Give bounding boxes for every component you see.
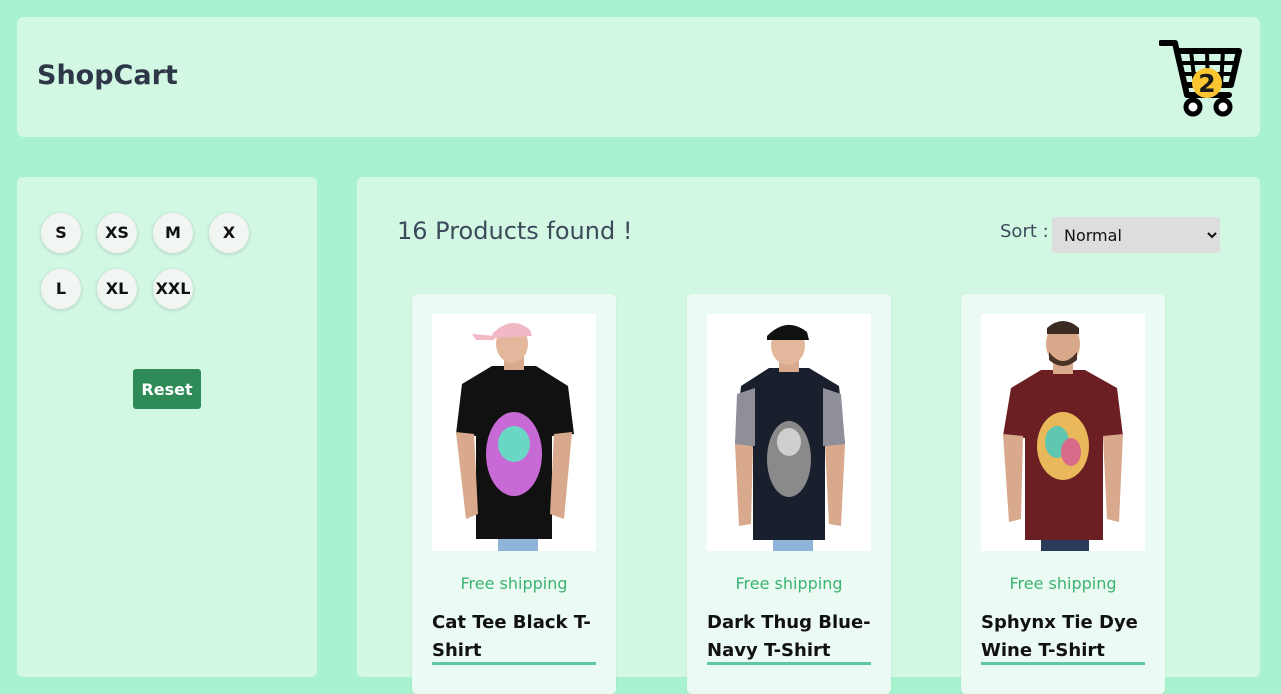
product-card[interactable]: Free shipping Cat Tee Black T-Shirt: [412, 294, 616, 694]
brand-title[interactable]: ShopCart: [37, 60, 178, 91]
product-image[interactable]: [981, 314, 1145, 551]
free-shipping-label: Free shipping: [460, 574, 568, 593]
size-filter-s[interactable]: S: [41, 213, 81, 253]
tshirt-model-image: [456, 322, 574, 551]
size-filter-l[interactable]: L: [41, 269, 81, 309]
product-card[interactable]: Free shipping Sphynx Tie Dye Wine T-Shir…: [961, 294, 1165, 694]
product-image[interactable]: [707, 314, 871, 551]
product-image[interactable]: [432, 314, 596, 551]
size-filter-xs[interactable]: XS: [97, 213, 137, 253]
size-filter-m[interactable]: M: [153, 213, 193, 253]
top-header: ShopCart 2: [17, 17, 1260, 137]
reset-button[interactable]: Reset: [133, 369, 201, 409]
product-title[interactable]: Dark Thug Blue-Navy T-Shirt: [707, 609, 877, 665]
product-title[interactable]: Sphynx Tie Dye Wine T-Shirt: [981, 609, 1151, 665]
tshirt-model-image: [735, 324, 845, 551]
product-panel: 16 Products found ! Sort : Normal Free s…: [357, 177, 1260, 694]
free-shipping-label: Free shipping: [1009, 574, 1117, 593]
size-filter-xl[interactable]: XL: [97, 269, 137, 309]
product-card[interactable]: Free shipping Dark Thug Blue-Navy T-Shir…: [687, 294, 891, 694]
product-title[interactable]: Cat Tee Black T-Shirt: [432, 609, 602, 665]
free-shipping-label: Free shipping: [735, 574, 843, 593]
products-found-count: 16 Products found !: [397, 217, 633, 245]
tshirt-model-image: [1003, 321, 1123, 551]
size-filter-sidebar: S XS M X L XL XXL Reset: [17, 177, 317, 677]
size-filter-x[interactable]: X: [209, 213, 249, 253]
cart-count-badge: 2: [1192, 68, 1222, 98]
cart-button[interactable]: 2: [1159, 37, 1243, 119]
size-filter-xxl[interactable]: XXL: [153, 269, 193, 309]
sort-label: Sort :: [1000, 221, 1049, 242]
sort-select[interactable]: Normal: [1052, 217, 1220, 253]
